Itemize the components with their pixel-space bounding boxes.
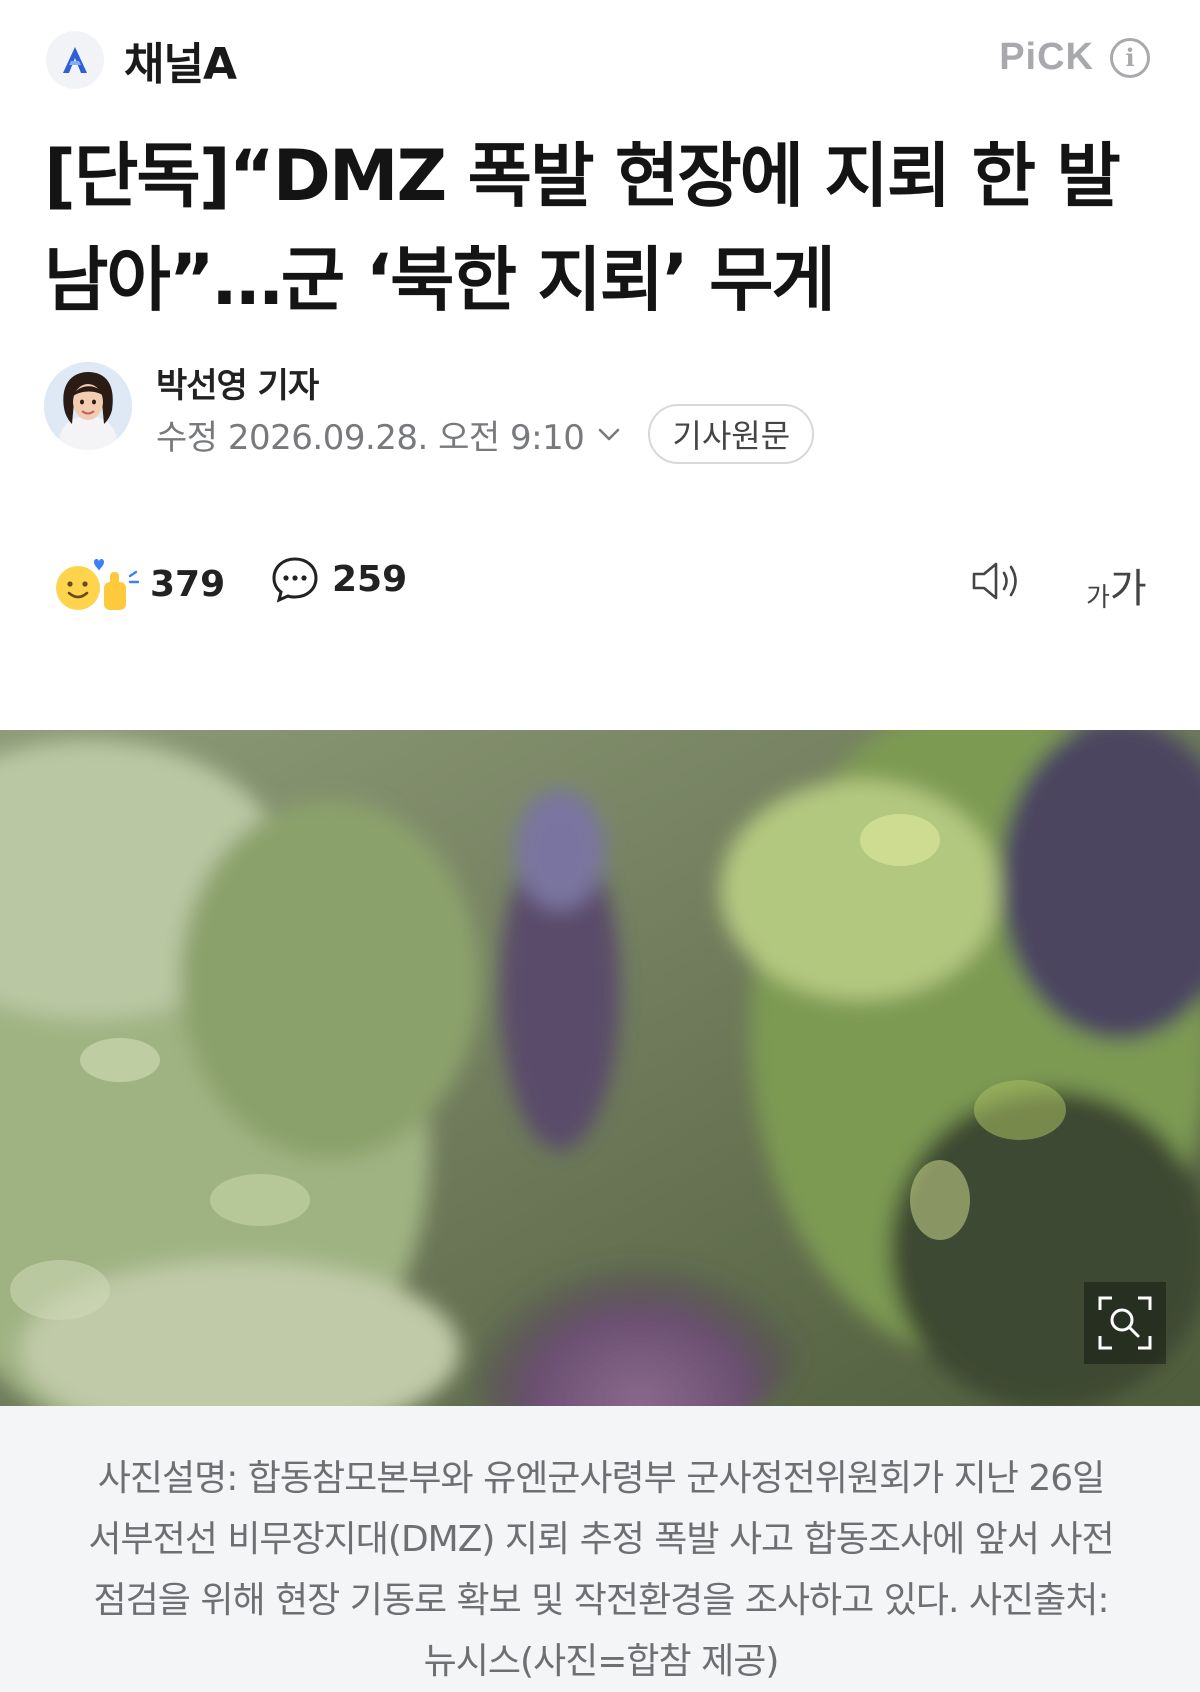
press-brand[interactable]: 채널A <box>46 28 237 92</box>
byline: 박선영 기자 수정 2026.09.28. 오전 9:10 기사원문 <box>44 358 1154 464</box>
comment-count: 259 <box>332 558 408 600</box>
original-article-button[interactable]: 기사원문 <box>648 404 815 464</box>
reporter-name[interactable]: 박선영 기자 <box>156 358 319 407</box>
date-row: 수정 2026.09.28. 오전 9:10 기사원문 <box>156 404 815 464</box>
article-title: [단독]“DMZ 폭발 현장에 지뢰 한 발 남아”…군 ‘북한 지뢰’ 무게 <box>44 135 1121 321</box>
article-actions: 379 259 가 가 <box>44 550 1154 620</box>
font-size-big: 가 <box>1109 566 1147 612</box>
chevron-down-icon[interactable] <box>596 421 622 447</box>
dmz-photo-image <box>0 730 1200 1406</box>
photo-caption: 사진설명: 합동참모본부와 유엔군사령부 군사정전위원회가 지난 26일 서부전… <box>88 1458 1114 1682</box>
reaction-button[interactable]: 379 <box>50 554 225 614</box>
pick-label: PiCK <box>999 36 1094 78</box>
reporter-avatar[interactable] <box>44 362 132 450</box>
comment-button[interactable]: 259 <box>270 554 407 604</box>
pick-badge[interactable]: PiCK i <box>999 36 1150 79</box>
zoom-icon <box>1098 1296 1152 1350</box>
font-size-small: 가 <box>1086 583 1110 613</box>
speaker-icon[interactable] <box>970 558 1028 604</box>
photo-caption-box: 사진설명: 합동참모본부와 유엔군사령부 군사정전위원회가 지난 26일 서부전… <box>0 1406 1200 1692</box>
comment-bubble-icon <box>272 557 318 603</box>
press-header: 채널A PiCK i <box>0 0 1200 118</box>
modified-date: 수정 2026.09.28. 오전 9:10 <box>156 417 585 458</box>
reaction-emoji-icon <box>56 559 140 610</box>
channel-a-logo-icon <box>46 31 104 89</box>
article-photo[interactable] <box>0 730 1200 1406</box>
press-name: 채널A <box>124 39 237 90</box>
reaction-count: 379 <box>150 563 226 605</box>
font-size-icon[interactable]: 가 가 <box>1086 556 1147 614</box>
zoom-button[interactable] <box>1084 1282 1166 1364</box>
info-icon[interactable]: i <box>1110 37 1150 78</box>
